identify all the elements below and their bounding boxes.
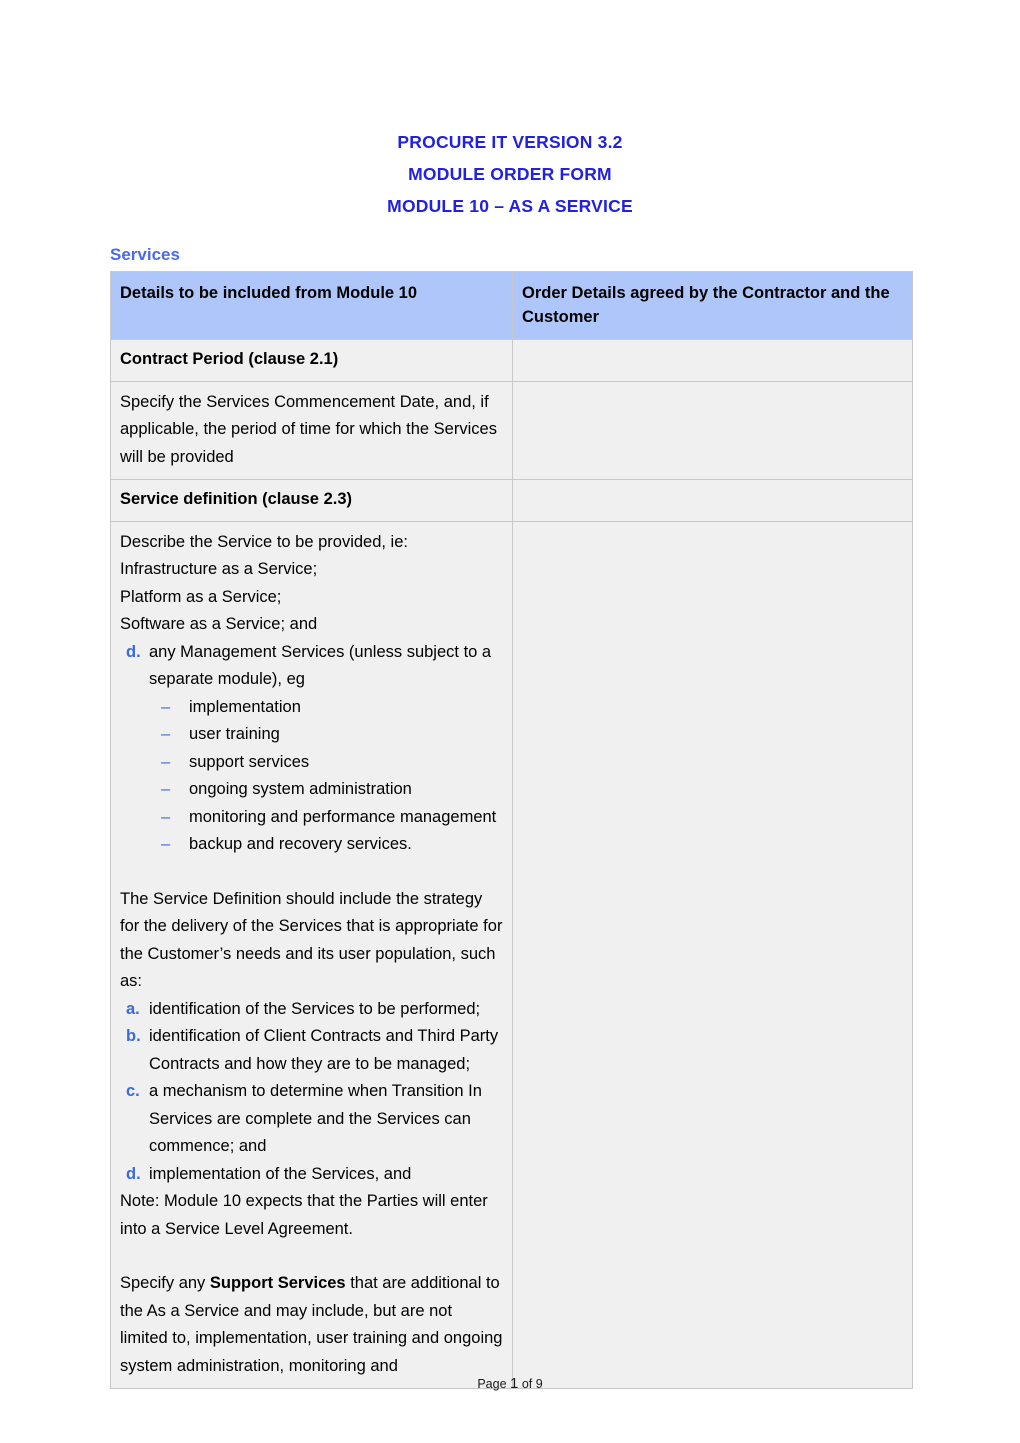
table-row: Contract Period (clause 2.1) <box>110 339 913 382</box>
list-item-text: identification of the Services to be per… <box>149 999 481 1018</box>
list-item-text: monitoring and performance management <box>189 807 497 826</box>
service-definition-body-answer-cell[interactable] <box>512 520 913 1389</box>
list-item: – ongoing system administration <box>149 776 503 804</box>
title-line-3: MODULE 10 – AS A SERVICE <box>387 196 633 216</box>
service-definition-label: Service definition (clause 2.3) <box>110 479 513 522</box>
contract-period-label: Contract Period (clause 2.1) <box>110 339 513 382</box>
describe-intro: Describe the Service to be provided, ie: <box>120 532 408 551</box>
service-type-3: Software as a Service; and <box>120 615 318 633</box>
list-item: – support services <box>149 749 503 777</box>
list-marker: d. <box>126 1164 141 1183</box>
management-services-list: d. any Management Services (unless subje… <box>120 639 503 694</box>
support-prefix: Specify any <box>120 1274 210 1292</box>
footer-suffix: of 9 <box>518 1377 543 1391</box>
list-item: – monitoring and performance management <box>149 804 503 832</box>
list-item: c. a mechanism to determine when Transit… <box>120 1078 503 1161</box>
contract-period-body-answer-cell[interactable] <box>512 380 913 480</box>
table-header-right: Order Details agreed by the Contractor a… <box>512 271 913 340</box>
list-item-text: any Management Services (unless subject … <box>149 642 492 689</box>
list-item-text: ongoing system administration <box>189 780 412 798</box>
page-footer: Page 1 of 9 <box>0 1375 1020 1392</box>
management-sub-list: – implementation – user training – suppo… <box>120 694 503 859</box>
support-services-term: Support Services <box>209 1274 346 1292</box>
dash-icon: – <box>161 725 171 743</box>
list-item: – backup and recovery services. <box>149 831 503 859</box>
title-line-1: PROCURE IT VERSION 3.2 <box>397 132 623 152</box>
service-definition-answer-cell[interactable] <box>512 479 913 522</box>
list-item-text: backup and recovery services. <box>189 835 412 853</box>
list-marker: a. <box>126 999 140 1018</box>
list-item-text: a mechanism to determine when Transition… <box>149 1082 482 1155</box>
list-item-text: user training <box>189 725 280 743</box>
strategy-paragraph: The Service Definition should include th… <box>120 889 503 991</box>
dash-icon: – <box>161 807 171 826</box>
list-item-text: implementation <box>189 697 301 716</box>
list-item: d. implementation of the Services, and <box>120 1161 503 1189</box>
contract-period-body: Specify the Services Commencement Date, … <box>110 380 513 480</box>
list-marker: d. <box>126 642 141 661</box>
table-row: Describe the Service to be provided, ie:… <box>110 520 913 1389</box>
list-item: a. identification of the Services to be … <box>120 996 503 1024</box>
note-paragraph: Note: Module 10 expects that the Parties… <box>120 1192 488 1238</box>
support-services-paragraph: Specify any Support Services that are ad… <box>120 1270 503 1380</box>
list-item: – implementation <box>149 694 503 722</box>
strategy-list: a. identification of the Services to be … <box>120 996 503 1189</box>
service-type-2: Platform as a Service; <box>120 587 282 606</box>
dash-icon: – <box>161 752 171 771</box>
document-title-block: PROCURE IT VERSION 3.2 MODULE ORDER FORM… <box>0 0 1020 222</box>
list-item-text: support services <box>189 752 310 771</box>
dash-icon: – <box>161 780 171 798</box>
list-item: b. identification of Client Contracts an… <box>120 1023 503 1078</box>
list-item-text: identification of Client Contracts and T… <box>149 1027 499 1073</box>
table-header-left: Details to be included from Module 10 <box>110 271 513 340</box>
service-type-1: Infrastructure as a Service; <box>120 560 318 578</box>
table-row: Specify the Services Commencement Date, … <box>110 380 913 480</box>
list-marker: c. <box>126 1082 140 1100</box>
document-page: PROCURE IT VERSION 3.2 MODULE ORDER FORM… <box>0 0 1020 1443</box>
list-item: – user training <box>149 721 503 749</box>
footer-prefix: Page <box>477 1377 510 1391</box>
service-definition-body: Describe the Service to be provided, ie:… <box>110 520 513 1389</box>
dash-icon: – <box>161 697 171 716</box>
list-marker: b. <box>126 1027 141 1045</box>
contract-period-answer-cell[interactable] <box>512 339 913 382</box>
dash-icon: – <box>161 835 171 853</box>
list-item: d. any Management Services (unless subje… <box>120 639 503 694</box>
title-line-2: MODULE ORDER FORM <box>408 164 612 184</box>
table-header-row: Details to be included from Module 10 Or… <box>110 271 913 340</box>
section-heading-services: Services <box>110 245 180 264</box>
table-row: Service definition (clause 2.3) <box>110 479 913 522</box>
order-details-table: Details to be included from Module 10 Or… <box>110 271 913 1389</box>
list-item-text: implementation of the Services, and <box>149 1164 412 1183</box>
